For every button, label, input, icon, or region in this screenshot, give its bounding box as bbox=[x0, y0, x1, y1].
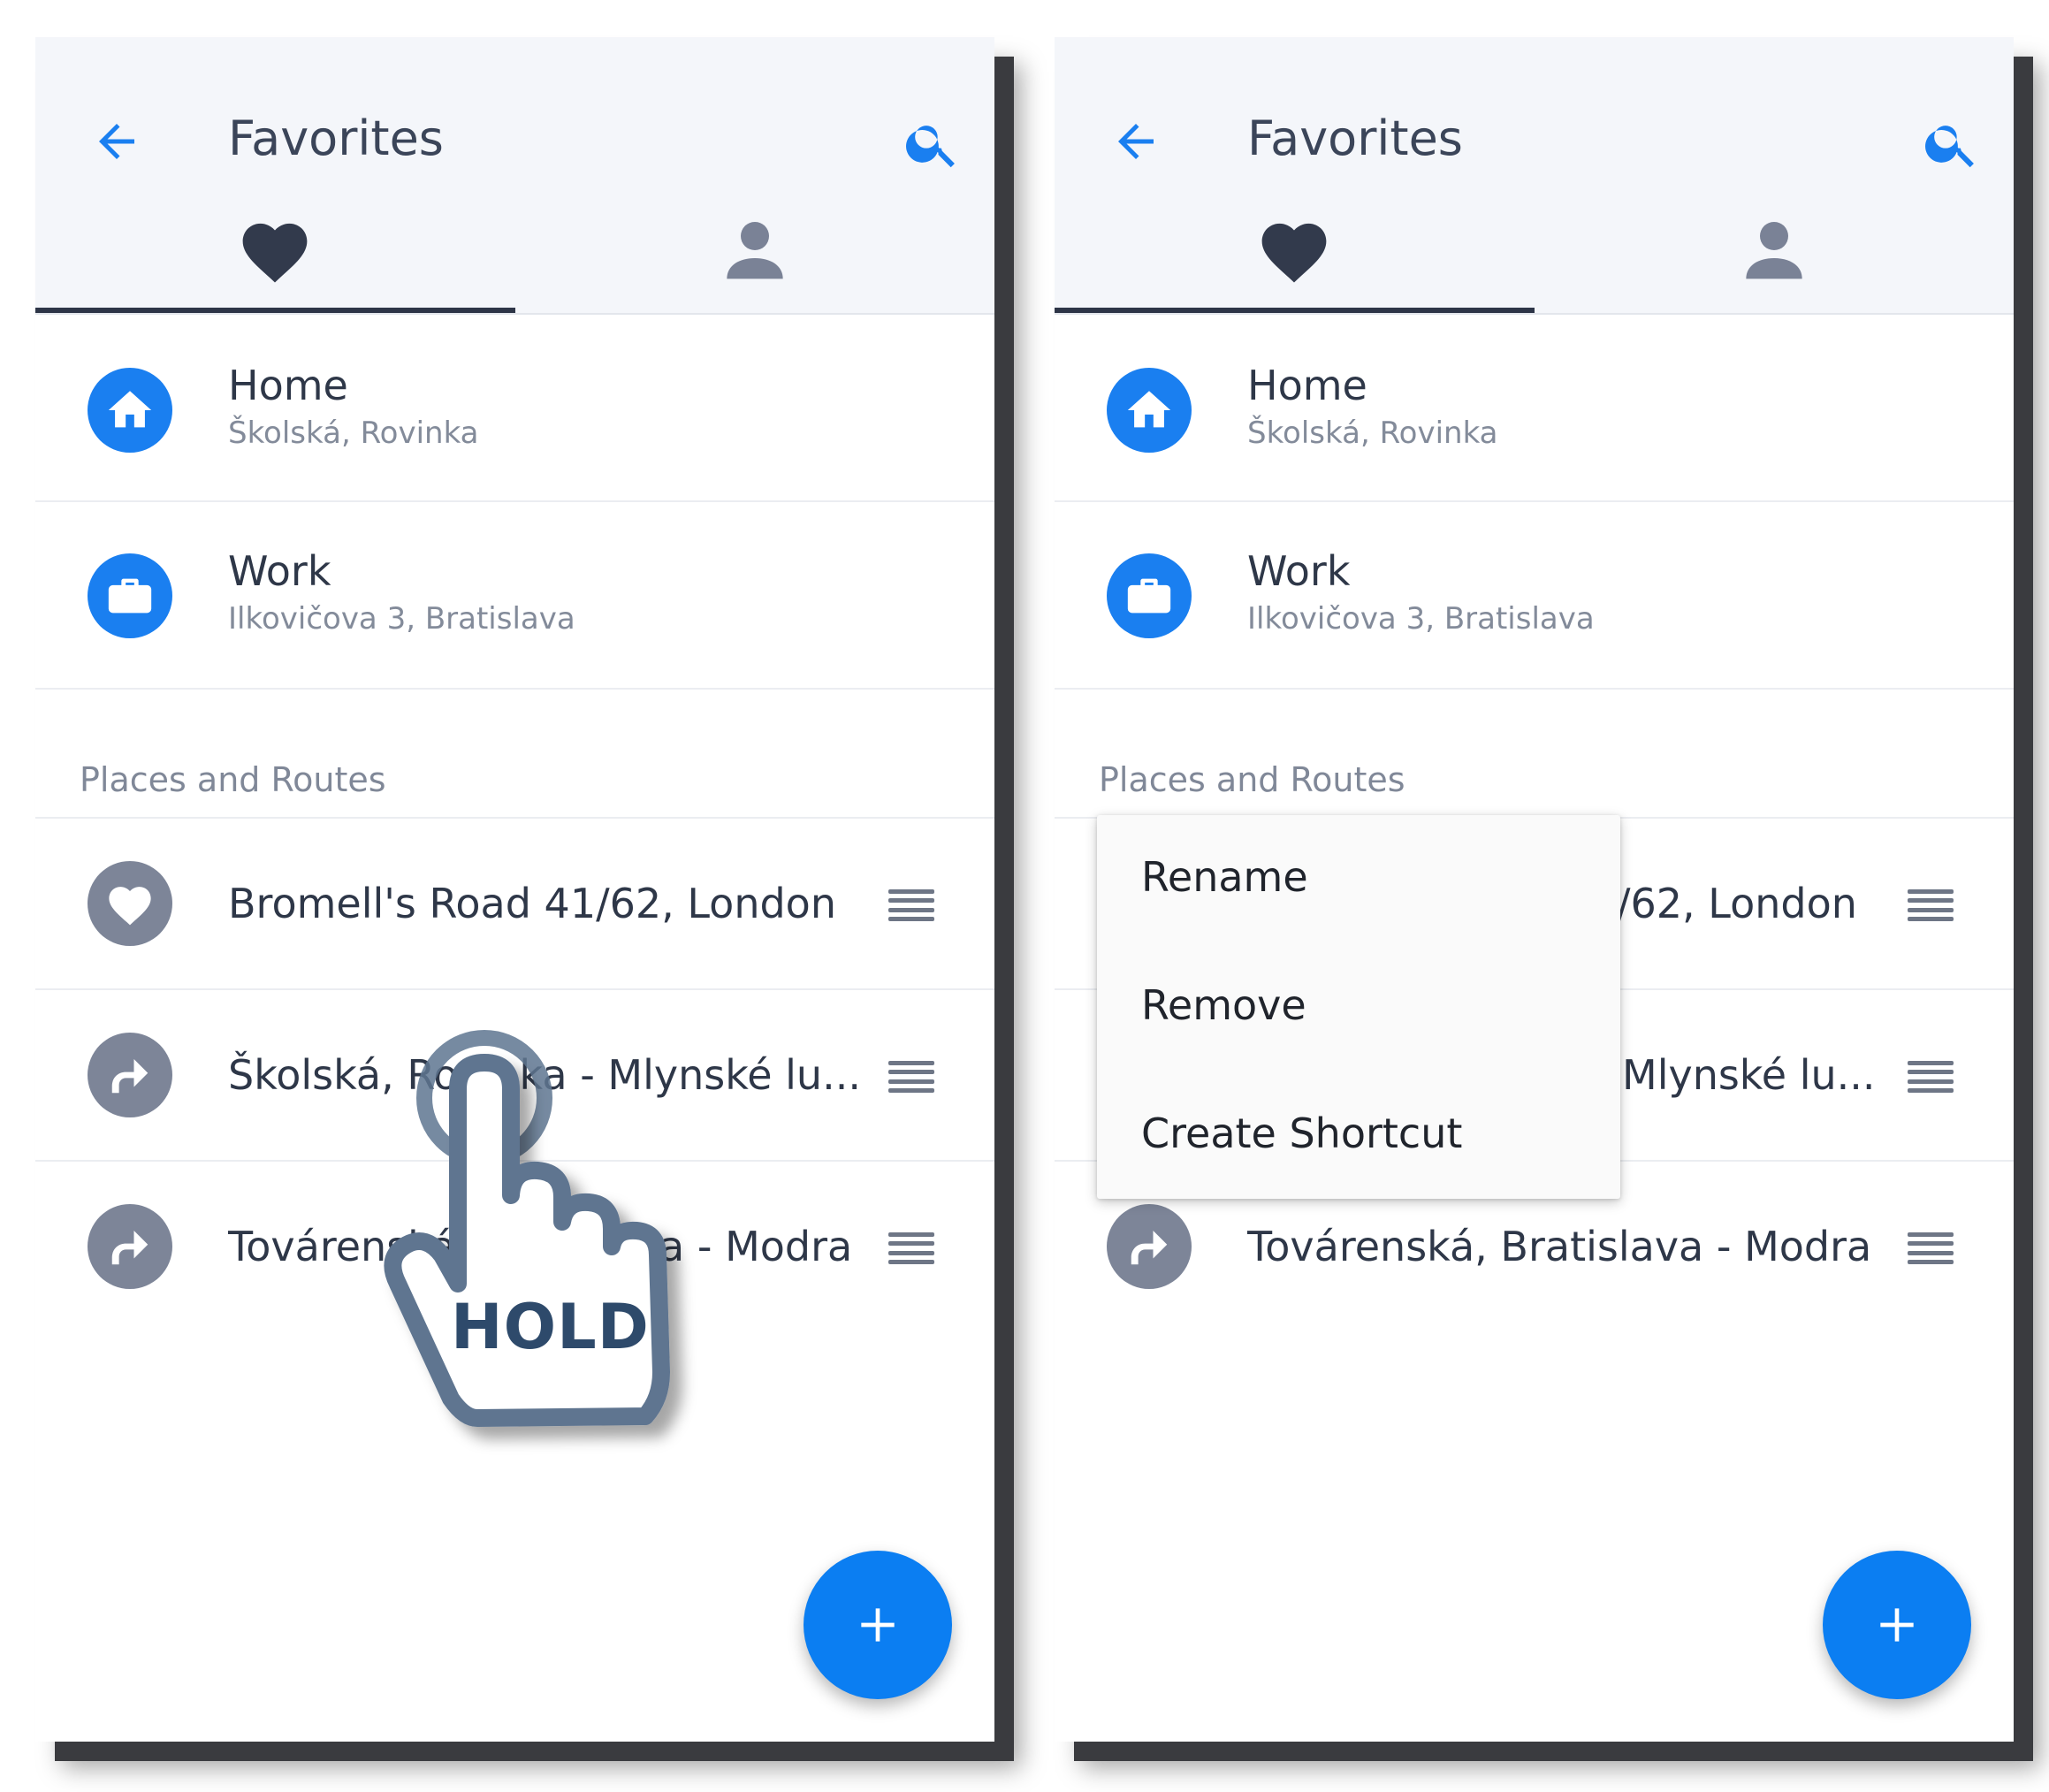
drag-handle-icon[interactable] bbox=[888, 1232, 934, 1264]
work-place-row[interactable]: Work Ilkovičova 3, Bratislava bbox=[1055, 502, 2014, 688]
search-icon bbox=[906, 126, 955, 168]
screen-before: Favorites Home Školská, Rovinka Work Ilk… bbox=[35, 37, 994, 1742]
person-icon bbox=[727, 222, 783, 279]
place-title: Home bbox=[228, 362, 348, 409]
favorite-title-partial: /62, London bbox=[1617, 880, 1857, 927]
home-place-row[interactable]: Home Školská, Rovinka bbox=[35, 315, 994, 500]
place-subtitle: Ilkovičova 3, Bratislava bbox=[228, 601, 575, 637]
arrow-left-icon bbox=[1118, 124, 1154, 159]
briefcase-icon bbox=[1107, 553, 1192, 638]
home-icon bbox=[1107, 368, 1192, 453]
home-icon bbox=[88, 368, 172, 453]
place-subtitle: Ilkovičova 3, Bratislava bbox=[1247, 601, 1595, 637]
arrow-left-icon bbox=[99, 124, 134, 159]
favorite-title: Školská, Rovinka - Mlynské lu... bbox=[228, 1051, 861, 1099]
home-place-row[interactable]: Home Školská, Rovinka bbox=[1055, 315, 2014, 500]
briefcase-icon bbox=[88, 553, 172, 638]
drag-handle-icon[interactable] bbox=[1908, 1061, 1954, 1093]
tab-contacts[interactable] bbox=[1535, 214, 2015, 313]
back-button[interactable] bbox=[81, 106, 152, 177]
add-favorite-button[interactable] bbox=[804, 1551, 952, 1699]
favorite-title: Továrenská, Bratislava - Modra bbox=[228, 1223, 853, 1270]
place-title: Work bbox=[228, 547, 331, 595]
back-button[interactable] bbox=[1101, 106, 1171, 177]
place-title: Home bbox=[1247, 362, 1367, 409]
person-icon bbox=[1746, 222, 1802, 279]
heart-icon bbox=[88, 861, 172, 946]
menu-item-remove[interactable]: Remove bbox=[1141, 979, 1306, 1032]
favorite-title: Bromell's Road 41/62, London bbox=[228, 880, 836, 927]
favorite-title: Továrenská, Bratislava - Modra bbox=[1247, 1223, 1872, 1270]
tab-favorites[interactable] bbox=[1055, 214, 1535, 313]
app-bar: Favorites bbox=[35, 37, 995, 315]
tab-contacts[interactable] bbox=[515, 214, 995, 313]
section-header: Places and Routes bbox=[80, 760, 386, 799]
tab-favorites[interactable] bbox=[35, 214, 515, 313]
menu-item-create-shortcut[interactable]: Create Shortcut bbox=[1141, 1107, 1462, 1160]
plus-icon bbox=[861, 1608, 895, 1642]
divider bbox=[1055, 688, 2014, 690]
search-icon bbox=[1925, 126, 1974, 168]
search-button[interactable] bbox=[897, 108, 968, 179]
add-favorite-button[interactable] bbox=[1823, 1551, 1971, 1699]
hold-gesture-label: HOLD bbox=[451, 1291, 650, 1363]
place-title: Work bbox=[1247, 547, 1351, 595]
heart-icon bbox=[1261, 223, 1327, 283]
context-menu: Rename Remove Create Shortcut bbox=[1097, 815, 1620, 1199]
place-subtitle: Školská, Rovinka bbox=[228, 416, 479, 451]
drag-handle-icon[interactable] bbox=[888, 1061, 934, 1093]
page-title: Favorites bbox=[1247, 111, 1463, 166]
divider bbox=[35, 688, 994, 690]
app-bar: Favorites bbox=[1055, 37, 2015, 315]
place-subtitle: Školská, Rovinka bbox=[1247, 416, 1498, 451]
screen-after: Favorites Home Školská, Rovinka Work Ilk… bbox=[1055, 37, 2014, 1742]
favorite-title-partial: Mlynské lu... bbox=[1622, 1051, 1876, 1099]
search-button[interactable] bbox=[1916, 108, 1987, 179]
menu-item-rename[interactable]: Rename bbox=[1141, 850, 1308, 904]
route-arrow-icon bbox=[88, 1033, 172, 1117]
drag-handle-icon[interactable] bbox=[1908, 1232, 1954, 1264]
work-place-row[interactable]: Work Ilkovičova 3, Bratislava bbox=[35, 502, 994, 688]
section-header: Places and Routes bbox=[1099, 760, 1405, 799]
drag-handle-icon[interactable] bbox=[888, 889, 934, 921]
plus-icon bbox=[1880, 1608, 1914, 1642]
list-item[interactable]: Bromell's Road 41/62, London bbox=[35, 819, 994, 988]
route-arrow-icon bbox=[88, 1204, 172, 1289]
list-item[interactable]: Školská, Rovinka - Mlynské lu... bbox=[35, 990, 994, 1160]
page-title: Favorites bbox=[228, 111, 444, 166]
drag-handle-icon[interactable] bbox=[1908, 889, 1954, 921]
route-arrow-icon bbox=[1107, 1204, 1192, 1289]
heart-icon bbox=[242, 223, 308, 283]
